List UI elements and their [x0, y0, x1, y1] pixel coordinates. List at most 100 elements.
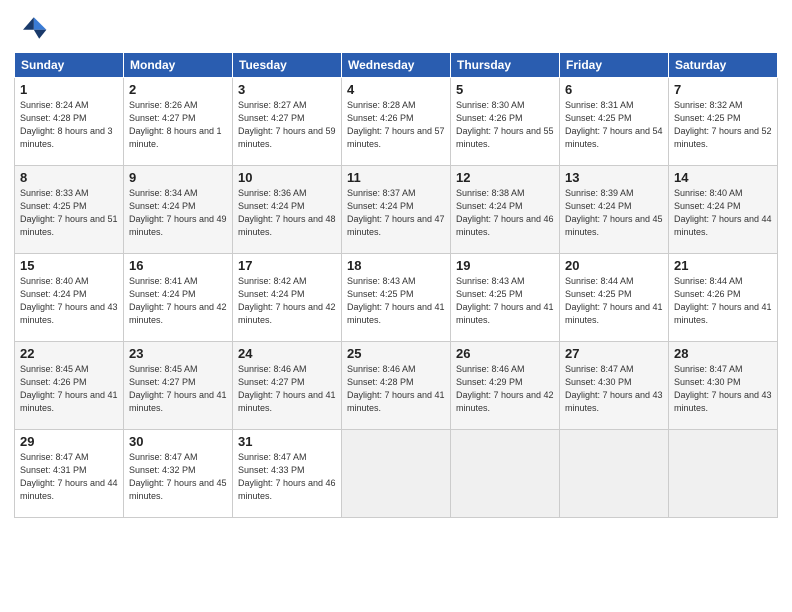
day-number: 31	[238, 434, 336, 449]
day-info: Sunrise: 8:24 AMSunset: 4:28 PMDaylight:…	[20, 99, 118, 151]
day-number: 8	[20, 170, 118, 185]
day-info: Sunrise: 8:39 AMSunset: 4:24 PMDaylight:…	[565, 187, 663, 239]
calendar-cell	[342, 430, 451, 518]
calendar-cell	[669, 430, 778, 518]
calendar-cell: 13 Sunrise: 8:39 AMSunset: 4:24 PMDayligh…	[560, 166, 669, 254]
day-info: Sunrise: 8:40 AMSunset: 4:24 PMDaylight:…	[674, 187, 772, 239]
day-number: 26	[456, 346, 554, 361]
day-info: Sunrise: 8:33 AMSunset: 4:25 PMDaylight:…	[20, 187, 118, 239]
week-row-1: 1Sunrise: 8:24 AMSunset: 4:28 PMDaylight…	[15, 78, 778, 166]
calendar-cell: 29 Sunrise: 8:47 AMSunset: 4:31 PMDayligh…	[15, 430, 124, 518]
day-info: Sunrise: 8:37 AMSunset: 4:24 PMDaylight:…	[347, 187, 445, 239]
weekday-header-sunday: Sunday	[15, 53, 124, 78]
calendar-cell	[451, 430, 560, 518]
day-info: Sunrise: 8:47 AMSunset: 4:31 PMDaylight:…	[20, 451, 118, 503]
logo-icon	[14, 10, 50, 46]
day-info: Sunrise: 8:46 AMSunset: 4:29 PMDaylight:…	[456, 363, 554, 415]
calendar-cell: 8 Sunrise: 8:33 AMSunset: 4:25 PMDaylight…	[15, 166, 124, 254]
day-info: Sunrise: 8:42 AMSunset: 4:24 PMDaylight:…	[238, 275, 336, 327]
day-number: 28	[674, 346, 772, 361]
weekday-header-tuesday: Tuesday	[233, 53, 342, 78]
day-number: 2	[129, 82, 227, 97]
calendar-cell: 6 Sunrise: 8:31 AMSunset: 4:25 PMDaylight…	[560, 78, 669, 166]
day-info: Sunrise: 8:32 AMSunset: 4:25 PMDaylight:…	[674, 99, 772, 151]
calendar-cell: 31 Sunrise: 8:47 AMSunset: 4:33 PMDayligh…	[233, 430, 342, 518]
day-number: 5	[456, 82, 554, 97]
calendar-cell: 1Sunrise: 8:24 AMSunset: 4:28 PMDaylight…	[15, 78, 124, 166]
calendar-cell: 19Sunrise: 8:43 AMSunset: 4:25 PMDayligh…	[451, 254, 560, 342]
weekday-header-thursday: Thursday	[451, 53, 560, 78]
day-info: Sunrise: 8:40 AMSunset: 4:24 PMDaylight:…	[20, 275, 118, 327]
week-row-2: 8 Sunrise: 8:33 AMSunset: 4:25 PMDaylight…	[15, 166, 778, 254]
calendar-cell: 30 Sunrise: 8:47 AMSunset: 4:32 PMDayligh…	[124, 430, 233, 518]
day-number: 25	[347, 346, 445, 361]
day-info: Sunrise: 8:46 AMSunset: 4:27 PMDaylight:…	[238, 363, 336, 415]
day-number: 7	[674, 82, 772, 97]
calendar-cell: 2 Sunrise: 8:26 AMSunset: 4:27 PMDaylight…	[124, 78, 233, 166]
day-info: Sunrise: 8:45 AMSunset: 4:27 PMDaylight:…	[129, 363, 227, 415]
day-info: Sunrise: 8:26 AMSunset: 4:27 PMDaylight:…	[129, 99, 227, 151]
calendar-cell: 3 Sunrise: 8:27 AMSunset: 4:27 PMDaylight…	[233, 78, 342, 166]
calendar-cell: 14 Sunrise: 8:40 AMSunset: 4:24 PMDayligh…	[669, 166, 778, 254]
day-number: 29	[20, 434, 118, 449]
day-number: 17	[238, 258, 336, 273]
day-info: Sunrise: 8:44 AMSunset: 4:25 PMDaylight:…	[565, 275, 663, 327]
calendar-cell: 20Sunrise: 8:44 AMSunset: 4:25 PMDayligh…	[560, 254, 669, 342]
calendar-cell: 22 Sunrise: 8:45 AMSunset: 4:26 PMDayligh…	[15, 342, 124, 430]
day-number: 27	[565, 346, 663, 361]
weekday-header-friday: Friday	[560, 53, 669, 78]
calendar-cell: 27 Sunrise: 8:47 AMSunset: 4:30 PMDayligh…	[560, 342, 669, 430]
calendar-table: SundayMondayTuesdayWednesdayThursdayFrid…	[14, 52, 778, 518]
day-info: Sunrise: 8:36 AMSunset: 4:24 PMDaylight:…	[238, 187, 336, 239]
day-number: 21	[674, 258, 772, 273]
day-info: Sunrise: 8:27 AMSunset: 4:27 PMDaylight:…	[238, 99, 336, 151]
day-info: Sunrise: 8:43 AMSunset: 4:25 PMDaylight:…	[456, 275, 554, 327]
calendar-cell: 26 Sunrise: 8:46 AMSunset: 4:29 PMDayligh…	[451, 342, 560, 430]
day-number: 18	[347, 258, 445, 273]
calendar-cell: 15 Sunrise: 8:40 AMSunset: 4:24 PMDayligh…	[15, 254, 124, 342]
day-number: 30	[129, 434, 227, 449]
day-info: Sunrise: 8:47 AMSunset: 4:33 PMDaylight:…	[238, 451, 336, 503]
day-info: Sunrise: 8:43 AMSunset: 4:25 PMDaylight:…	[347, 275, 445, 327]
calendar-cell	[560, 430, 669, 518]
day-info: Sunrise: 8:45 AMSunset: 4:26 PMDaylight:…	[20, 363, 118, 415]
weekday-header-monday: Monday	[124, 53, 233, 78]
logo	[14, 10, 52, 46]
day-info: Sunrise: 8:34 AMSunset: 4:24 PMDaylight:…	[129, 187, 227, 239]
day-number: 10	[238, 170, 336, 185]
week-row-4: 22 Sunrise: 8:45 AMSunset: 4:26 PMDayligh…	[15, 342, 778, 430]
day-info: Sunrise: 8:47 AMSunset: 4:32 PMDaylight:…	[129, 451, 227, 503]
calendar-cell: 21 Sunrise: 8:44 AMSunset: 4:26 PMDayligh…	[669, 254, 778, 342]
day-info: Sunrise: 8:47 AMSunset: 4:30 PMDaylight:…	[674, 363, 772, 415]
weekday-header-row: SundayMondayTuesdayWednesdayThursdayFrid…	[15, 53, 778, 78]
calendar-cell: 18 Sunrise: 8:43 AMSunset: 4:25 PMDayligh…	[342, 254, 451, 342]
day-info: Sunrise: 8:46 AMSunset: 4:28 PMDaylight:…	[347, 363, 445, 415]
calendar-cell: 4Sunrise: 8:28 AMSunset: 4:26 PMDaylight…	[342, 78, 451, 166]
day-number: 15	[20, 258, 118, 273]
day-number: 6	[565, 82, 663, 97]
day-info: Sunrise: 8:47 AMSunset: 4:30 PMDaylight:…	[565, 363, 663, 415]
calendar-cell: 9 Sunrise: 8:34 AMSunset: 4:24 PMDaylight…	[124, 166, 233, 254]
calendar-cell: 28 Sunrise: 8:47 AMSunset: 4:30 PMDayligh…	[669, 342, 778, 430]
calendar-cell: 11Sunrise: 8:37 AMSunset: 4:24 PMDayligh…	[342, 166, 451, 254]
day-number: 14	[674, 170, 772, 185]
calendar-cell: 5Sunrise: 8:30 AMSunset: 4:26 PMDaylight…	[451, 78, 560, 166]
day-info: Sunrise: 8:41 AMSunset: 4:24 PMDaylight:…	[129, 275, 227, 327]
calendar-cell: 23Sunrise: 8:45 AMSunset: 4:27 PMDayligh…	[124, 342, 233, 430]
day-number: 16	[129, 258, 227, 273]
week-row-5: 29 Sunrise: 8:47 AMSunset: 4:31 PMDayligh…	[15, 430, 778, 518]
day-number: 4	[347, 82, 445, 97]
week-row-3: 15 Sunrise: 8:40 AMSunset: 4:24 PMDayligh…	[15, 254, 778, 342]
day-number: 9	[129, 170, 227, 185]
day-number: 3	[238, 82, 336, 97]
calendar-cell: 12Sunrise: 8:38 AMSunset: 4:24 PMDayligh…	[451, 166, 560, 254]
day-number: 22	[20, 346, 118, 361]
page: SundayMondayTuesdayWednesdayThursdayFrid…	[0, 0, 792, 612]
day-info: Sunrise: 8:38 AMSunset: 4:24 PMDaylight:…	[456, 187, 554, 239]
weekday-header-wednesday: Wednesday	[342, 53, 451, 78]
day-info: Sunrise: 8:31 AMSunset: 4:25 PMDaylight:…	[565, 99, 663, 151]
day-info: Sunrise: 8:44 AMSunset: 4:26 PMDaylight:…	[674, 275, 772, 327]
day-number: 13	[565, 170, 663, 185]
calendar-cell: 24Sunrise: 8:46 AMSunset: 4:27 PMDayligh…	[233, 342, 342, 430]
calendar-cell: 16 Sunrise: 8:41 AMSunset: 4:24 PMDayligh…	[124, 254, 233, 342]
